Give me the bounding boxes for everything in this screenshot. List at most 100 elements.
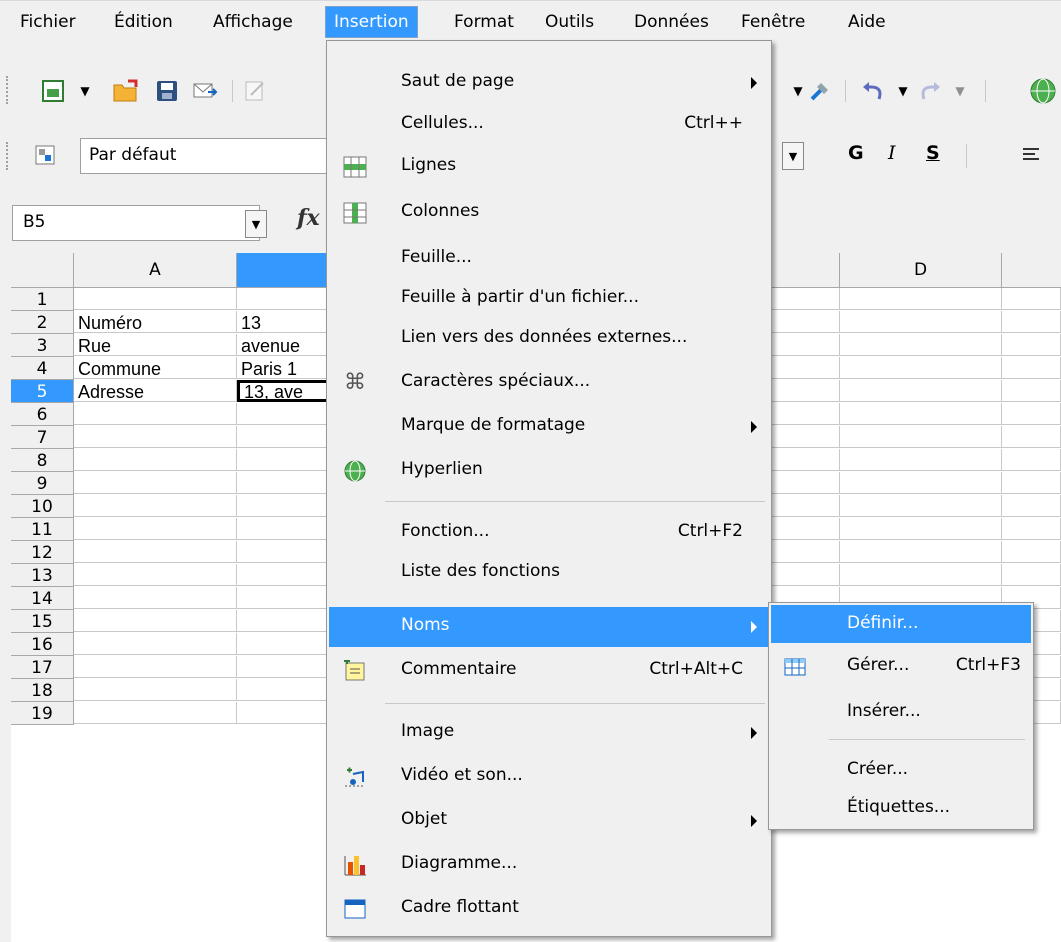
row-header-18[interactable]: 18 xyxy=(11,679,74,702)
cell-d3[interactable] xyxy=(840,334,1002,356)
menu-item-diagramme[interactable]: Diagramme... xyxy=(329,845,769,885)
row-header-5[interactable]: 5 xyxy=(11,380,74,403)
row-header-10[interactable]: 10 xyxy=(11,495,74,518)
row-header-17[interactable]: 17 xyxy=(11,656,74,679)
cell-b12[interactable] xyxy=(237,541,337,563)
cell-b11[interactable] xyxy=(237,518,337,540)
cell-d8[interactable] xyxy=(840,449,1002,471)
cell-c10[interactable] xyxy=(771,495,840,517)
cell-a2[interactable]: Numéro xyxy=(74,311,237,333)
cell-c1[interactable] xyxy=(771,288,840,310)
cell-c12[interactable] xyxy=(771,541,840,563)
row-header-14[interactable]: 14 xyxy=(11,587,74,610)
cell-c11[interactable] xyxy=(771,518,840,540)
cell-a19[interactable] xyxy=(74,702,237,724)
row-header-15[interactable]: 15 xyxy=(11,610,74,633)
menu-aide[interactable]: Aide xyxy=(840,7,894,37)
cell-b2[interactable]: 13 xyxy=(237,311,337,333)
submenu-item-gerer[interactable]: Gérer... Ctrl+F3 xyxy=(771,647,1031,687)
menu-item-cellules[interactable]: Cellules... Ctrl++ xyxy=(329,105,769,145)
underline-button[interactable]: S xyxy=(926,142,940,164)
cell-b3[interactable]: avenue xyxy=(237,334,337,356)
column-header-d[interactable]: D xyxy=(840,253,1002,288)
menu-item-feuille-fichier[interactable]: Feuille à partir d'un fichier... xyxy=(329,279,769,319)
submenu-item-inserer[interactable]: Insérer... xyxy=(771,693,1031,733)
cell-a7[interactable] xyxy=(74,426,237,448)
menu-outils[interactable]: Outils xyxy=(537,7,602,37)
cell-e7[interactable] xyxy=(1002,426,1061,448)
column-header-e[interactable] xyxy=(1002,253,1061,288)
cell-d13[interactable] xyxy=(840,564,1002,586)
menu-donnees[interactable]: Données xyxy=(626,7,717,37)
cell-e9[interactable] xyxy=(1002,472,1061,494)
new-document-icon[interactable] xyxy=(38,76,68,106)
cell-a12[interactable] xyxy=(74,541,237,563)
cell-c4[interactable] xyxy=(771,357,840,379)
row-header-7[interactable]: 7 xyxy=(11,426,74,449)
cell-b17[interactable] xyxy=(237,656,337,678)
row-header-2[interactable]: 2 xyxy=(11,311,74,334)
row-header-9[interactable]: 9 xyxy=(11,472,74,495)
menu-format[interactable]: Format xyxy=(446,7,522,37)
menu-item-caracteres-speciaux[interactable]: ⌘ Caractères spéciaux... xyxy=(329,363,769,403)
menu-item-commentaire[interactable]: Commentaire Ctrl+Alt+C xyxy=(329,651,769,691)
menu-insertion[interactable]: Insertion xyxy=(325,6,418,38)
cell-d6[interactable] xyxy=(840,403,1002,425)
row-header-16[interactable]: 16 xyxy=(11,633,74,656)
new-dropdown-icon[interactable]: ▼ xyxy=(70,76,100,106)
cell-a18[interactable] xyxy=(74,679,237,701)
column-header-b[interactable] xyxy=(237,253,338,288)
submenu-item-creer[interactable]: Créer... xyxy=(771,751,1031,791)
cell-e11[interactable] xyxy=(1002,518,1061,540)
cell-a10[interactable] xyxy=(74,495,237,517)
email-icon[interactable] xyxy=(190,76,220,106)
menu-item-lignes[interactable]: Lignes xyxy=(329,147,769,187)
cell-b15[interactable] xyxy=(237,610,337,632)
cell-a14[interactable] xyxy=(74,587,237,609)
menu-fichier[interactable]: Fichier xyxy=(12,7,84,37)
cell-c2[interactable] xyxy=(771,311,840,333)
cell-e8[interactable] xyxy=(1002,449,1061,471)
menu-item-lien-donnees-externes[interactable]: Lien vers des données externes... xyxy=(329,319,769,359)
cell-a15[interactable] xyxy=(74,610,237,632)
menu-edition[interactable]: Édition xyxy=(106,7,181,37)
cell-e2[interactable] xyxy=(1002,311,1061,333)
menu-item-fonction[interactable]: Fonction... Ctrl+F2 xyxy=(329,513,769,553)
undo-dropdown-icon[interactable]: ▼ xyxy=(888,76,918,106)
menu-item-objet[interactable]: Objet xyxy=(329,801,769,841)
submenu-item-etiquettes[interactable]: Étiquettes... xyxy=(771,789,1031,829)
cell-d11[interactable] xyxy=(840,518,1002,540)
row-header-11[interactable]: 11 xyxy=(11,518,74,541)
cell-e3[interactable] xyxy=(1002,334,1061,356)
redo-dropdown-icon[interactable]: ▼ xyxy=(945,76,975,106)
menu-item-feuille[interactable]: Feuille... xyxy=(329,239,769,279)
menu-item-hyperlien[interactable]: Hyperlien xyxy=(329,451,769,491)
submenu-item-definir[interactable]: Définir... xyxy=(771,605,1031,643)
cell-b8[interactable] xyxy=(237,449,337,471)
cell-b16[interactable] xyxy=(237,633,337,655)
cell-b5[interactable]: 13, ave xyxy=(237,380,337,402)
name-box-dropdown-button[interactable]: ▼ xyxy=(245,210,267,238)
save-icon[interactable] xyxy=(152,76,182,106)
cell-d9[interactable] xyxy=(840,472,1002,494)
style-combobox[interactable]: Par défaut xyxy=(80,138,332,174)
clone-formatting-icon[interactable] xyxy=(805,76,835,106)
cell-a16[interactable] xyxy=(74,633,237,655)
cell-e10[interactable] xyxy=(1002,495,1061,517)
cell-d5[interactable] xyxy=(840,380,1002,402)
menu-affichage[interactable]: Affichage xyxy=(205,7,301,37)
name-box[interactable]: B5 ▼ xyxy=(12,205,267,241)
cell-a6[interactable] xyxy=(74,403,237,425)
cell-d7[interactable] xyxy=(840,426,1002,448)
row-header-13[interactable]: 13 xyxy=(11,564,74,587)
align-left-icon[interactable] xyxy=(1016,140,1046,170)
cell-d10[interactable] xyxy=(840,495,1002,517)
cell-e13[interactable] xyxy=(1002,564,1061,586)
cell-a4[interactable]: Commune xyxy=(74,357,237,379)
cell-b7[interactable] xyxy=(237,426,337,448)
edit-file-icon[interactable] xyxy=(240,76,270,106)
cell-b14[interactable] xyxy=(237,587,337,609)
menu-item-colonnes[interactable]: Colonnes xyxy=(329,193,769,233)
row-header-6[interactable]: 6 xyxy=(11,403,74,426)
cell-d2[interactable] xyxy=(840,311,1002,333)
